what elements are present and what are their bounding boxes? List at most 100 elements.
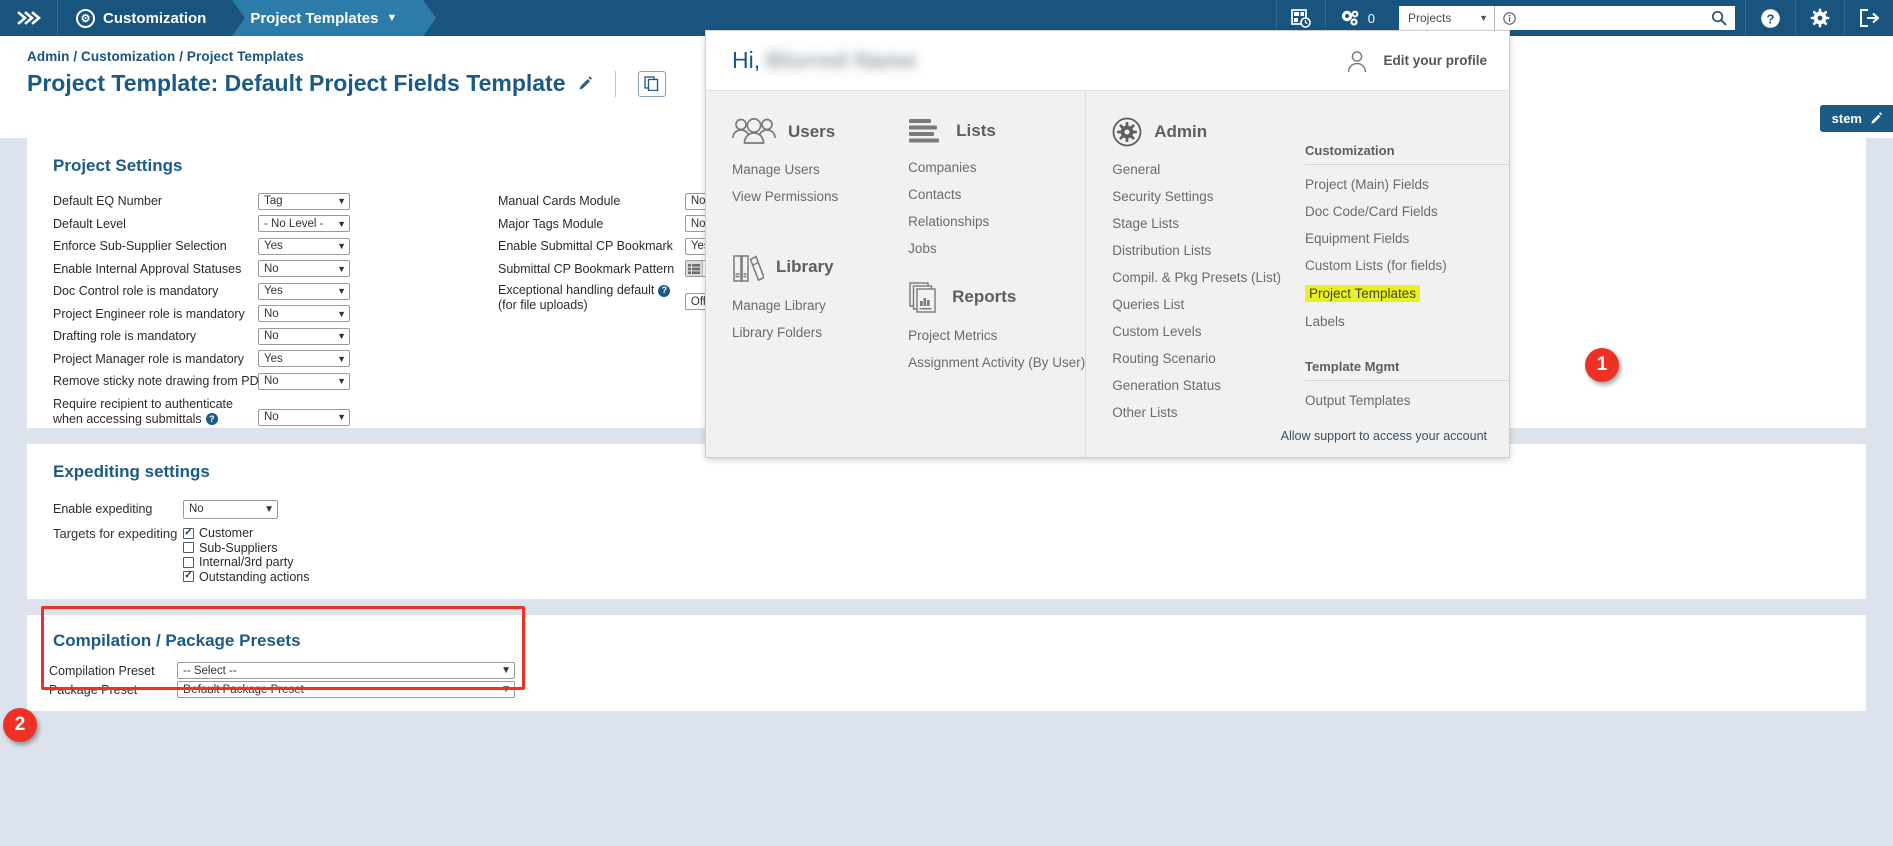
enable-expediting-select[interactable]: No ▼ <box>183 499 278 519</box>
checkbox-icon[interactable] <box>183 571 194 583</box>
search-scope-select[interactable]: Projects ▼ <box>1399 6 1495 30</box>
edit-profile-label: Edit your profile <box>1383 53 1487 68</box>
menu-link-manage-users[interactable]: Manage Users <box>732 162 882 177</box>
checkbox-internal-3rd-party[interactable]: Internal/3rd party <box>183 555 310 570</box>
menu-link-distribution-lists[interactable]: Distribution Lists <box>1112 243 1281 258</box>
breadcrumb-tab-customization[interactable]: ⚙ Customization <box>58 0 246 36</box>
menu-link-security-settings[interactable]: Security Settings <box>1112 189 1281 204</box>
require-recipient-auth-select[interactable]: No ▼ <box>258 408 350 426</box>
project-engineer-role-select[interactable]: No ▼ <box>258 305 350 323</box>
checkbox-icon[interactable] <box>183 556 194 568</box>
menu-link-project-templates[interactable]: Project Templates <box>1305 285 1421 302</box>
menu-link-routing-scenario[interactable]: Routing Scenario <box>1112 351 1281 366</box>
project-manager-role-select[interactable]: Yes ▼ <box>258 350 350 368</box>
enforce-sub-supplier-select[interactable]: Yes ▼ <box>258 237 350 255</box>
field-value: Tag <box>264 195 283 208</box>
chevron-down-icon: ▼ <box>337 353 346 364</box>
checkbox-icon[interactable] <box>183 527 194 539</box>
default-level-select[interactable]: - No Level - ▼ <box>258 215 350 233</box>
books-icon <box>732 251 764 283</box>
menu-link-project-main-fields[interactable]: Project (Main) Fields <box>1305 177 1509 192</box>
menu-link-generation-status[interactable]: Generation Status <box>1112 378 1281 393</box>
field-label-text-2: when accessing submittals <box>53 411 202 426</box>
svg-text:?: ? <box>1767 11 1775 26</box>
mega-column-users-library: Users Manage Users View Permissions Libr… <box>706 91 882 458</box>
menu-link-project-metrics[interactable]: Project Metrics <box>908 328 1085 343</box>
mega-menu-header: Hi, Blurred Name Edit your profile <box>706 31 1509 91</box>
menu-link-contacts[interactable]: Contacts <box>908 187 1085 202</box>
field-row: Drafting role is mandatory No ▼ <box>53 325 407 348</box>
menu-link-compil-pkg-presets[interactable]: Compil. & Pkg Presets (List) <box>1112 270 1281 285</box>
project-settings-left-column: Default EQ Number Tag ▼ Default Level - … <box>27 190 407 427</box>
internal-approval-statuses-select[interactable]: No ▼ <box>258 260 350 278</box>
remove-sticky-note-select[interactable]: No ▼ <box>258 372 350 390</box>
chevron-down-icon: ▼ <box>337 286 346 297</box>
field-row: Remove sticky note drawing from PDFs ? N… <box>53 370 407 393</box>
menu-link-assignment-activity[interactable]: Assignment Activity (By User) <box>908 355 1085 370</box>
help-icon[interactable]: ? <box>658 284 671 297</box>
help-circle-icon[interactable]: ? <box>1745 0 1795 36</box>
chevron-down-icon: ▼ <box>386 12 398 24</box>
reports-stack-icon <box>908 281 940 313</box>
checkbox-sub-suppliers[interactable]: Sub-Suppliers <box>183 541 310 556</box>
breadcrumb-tab-project-templates[interactable]: Project Templates ▼ <box>232 0 437 36</box>
field-row: Default Level - No Level - ▼ <box>53 213 407 236</box>
menu-group-admin-title-row: Admin <box>1112 117 1281 147</box>
gears-count: 0 <box>1367 10 1375 26</box>
field-label: Manual Cards Module <box>498 194 621 209</box>
checkbox-icon[interactable] <box>183 542 194 554</box>
menu-link-general[interactable]: General <box>1112 162 1281 177</box>
search-input[interactable] <box>1522 10 1705 26</box>
pencil-icon[interactable] <box>578 76 593 91</box>
system-edit-button[interactable]: stem <box>1819 105 1893 132</box>
copy-icon[interactable] <box>637 70 666 97</box>
search-icon[interactable] <box>1711 10 1727 26</box>
field-label: Enforce Sub-Supplier Selection <box>53 239 227 254</box>
compilation-preset-select[interactable]: -- Select -- ▼ <box>177 662 515 679</box>
menu-link-custom-lists[interactable]: Custom Lists (for fields) <box>1305 258 1509 273</box>
expand-menu-button[interactable] <box>0 0 58 36</box>
edit-profile-link[interactable]: Edit your profile <box>1344 48 1487 74</box>
menu-link-stage-lists[interactable]: Stage Lists <box>1112 216 1281 231</box>
menu-link-equipment-fields[interactable]: Equipment Fields <box>1305 231 1509 246</box>
checkbox-label: Customer <box>199 526 254 541</box>
menu-link-other-lists[interactable]: Other Lists <box>1112 405 1281 420</box>
menu-link-labels[interactable]: Labels <box>1305 314 1509 329</box>
drafting-role-select[interactable]: No ▼ <box>258 327 350 345</box>
menu-link-view-permissions[interactable]: View Permissions <box>732 189 882 204</box>
field-value: -- Select -- <box>183 664 237 677</box>
targets-checkbox-group: Customer Sub-Suppliers Internal/3rd part… <box>183 526 310 584</box>
presets-heading: Compilation / Package Presets <box>53 631 301 650</box>
compilation-package-presets-panel: Compilation / Package Presets Compilatio… <box>27 615 1866 711</box>
users-icon <box>732 117 776 147</box>
package-preset-select[interactable]: Default Package Preset ▼ <box>177 681 515 698</box>
menu-link-manage-library[interactable]: Manage Library <box>732 298 882 313</box>
menu-link-companies[interactable]: Companies <box>908 160 1085 175</box>
field-row: Enable Internal Approval Statuses No ▼ <box>53 258 407 281</box>
default-eq-number-select[interactable]: Tag ▼ <box>258 192 350 210</box>
divider <box>614 70 616 97</box>
help-icon[interactable]: ? <box>205 413 218 425</box>
menu-group-users-title: Users <box>788 122 836 141</box>
doc-control-role-select[interactable]: Yes ▼ <box>258 282 350 300</box>
menu-link-queries-list[interactable]: Queries List <box>1112 297 1281 312</box>
field-row: Project Manager role is mandatory Yes ▼ <box>53 348 407 371</box>
list-picker-icon[interactable] <box>686 261 704 277</box>
targets-label: Targets for expediting <box>53 526 178 541</box>
menu-link-relationships[interactable]: Relationships <box>908 214 1085 229</box>
search-input-wrap[interactable] <box>1495 6 1735 30</box>
field-row: Default EQ Number Tag ▼ <box>53 190 407 213</box>
menu-link-output-templates[interactable]: Output Templates <box>1305 393 1509 408</box>
field-label: Require recipient to authenticate when a… <box>53 397 258 427</box>
support-access-link[interactable]: Allow support to access your account <box>1281 429 1487 443</box>
menu-link-custom-levels[interactable]: Custom Levels <box>1112 324 1281 339</box>
menu-link-library-folders[interactable]: Library Folders <box>732 325 882 340</box>
field-value: No <box>264 262 279 275</box>
info-circle-icon[interactable] <box>1503 11 1516 25</box>
menu-link-doc-code-card-fields[interactable]: Doc Code/Card Fields <box>1305 204 1509 219</box>
menu-link-jobs[interactable]: Jobs <box>908 241 1085 256</box>
checkbox-customer[interactable]: Customer <box>183 526 310 541</box>
logout-icon[interactable] <box>1844 0 1893 36</box>
gear-icon[interactable] <box>1795 0 1844 36</box>
checkbox-outstanding-actions[interactable]: Outstanding actions <box>183 570 310 585</box>
